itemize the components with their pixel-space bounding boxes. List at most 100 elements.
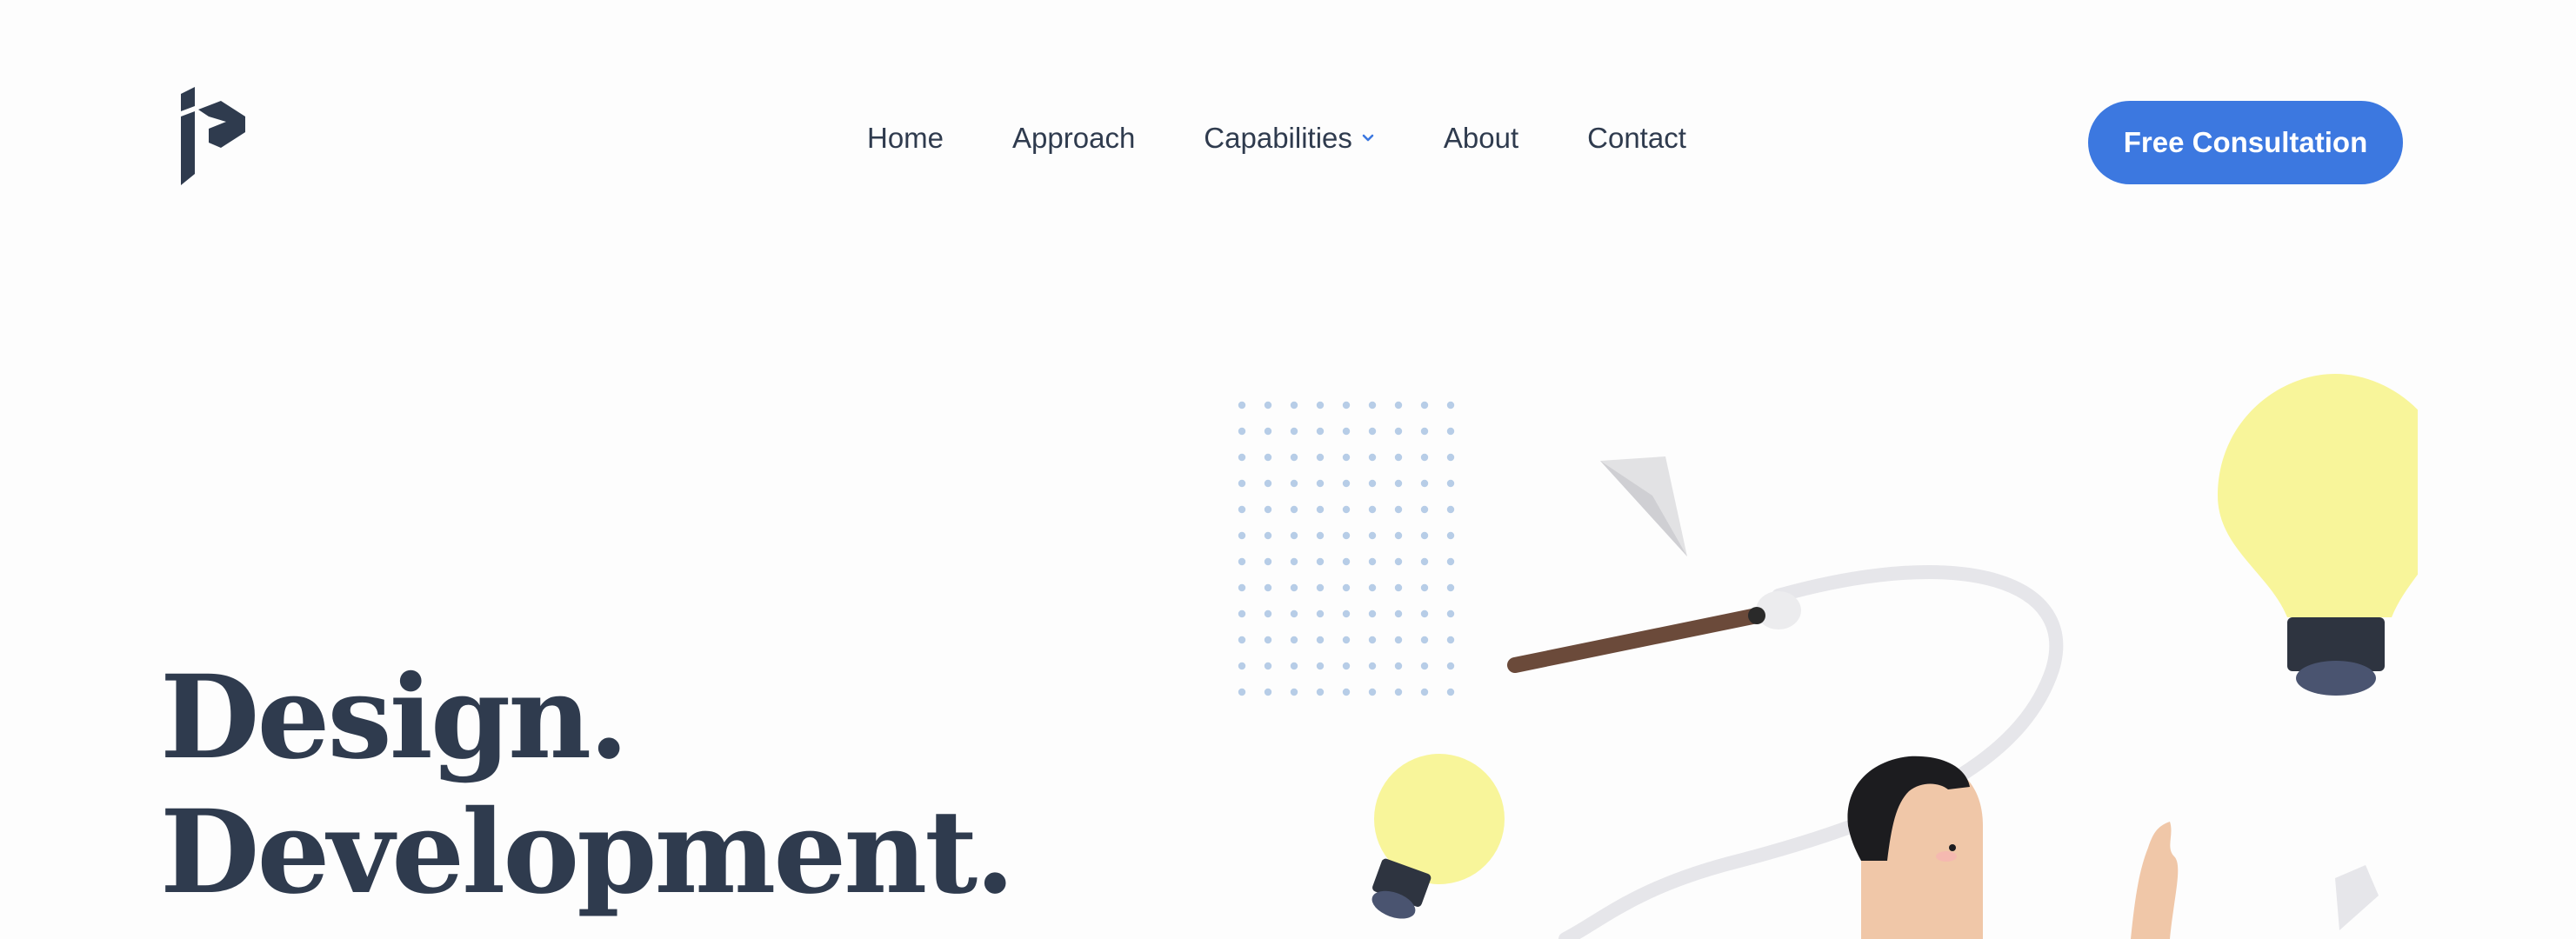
grid-dot <box>1238 505 1246 514</box>
grid-dot <box>1290 531 1298 540</box>
grid-dot <box>1342 505 1351 514</box>
grid-dot <box>1368 636 1377 644</box>
grid-dot <box>1342 479 1351 488</box>
grid-dot <box>1368 662 1377 670</box>
grid-dot <box>1238 636 1246 644</box>
grid-dot <box>1342 427 1351 436</box>
grid-dot <box>1316 583 1325 592</box>
character-avatar <box>1847 756 2179 939</box>
grid-dot <box>1290 636 1298 644</box>
grid-dot <box>1264 531 1272 540</box>
nav-about[interactable]: About <box>1444 122 1518 155</box>
grid-dot <box>1316 505 1325 514</box>
grid-dot <box>1368 583 1377 592</box>
grid-dot <box>1368 479 1377 488</box>
grid-dot <box>1342 662 1351 670</box>
grid-dot <box>1342 557 1351 566</box>
grid-dot <box>1238 453 1246 462</box>
paper-plane-icon <box>1600 456 1687 556</box>
grid-dot <box>1394 636 1403 644</box>
grid-dot <box>1342 531 1351 540</box>
chevron-down-icon <box>1362 134 1374 142</box>
grid-dot <box>1394 688 1403 696</box>
grid-dot <box>1342 688 1351 696</box>
grid-dot <box>1316 662 1325 670</box>
grid-dot <box>1394 479 1403 488</box>
nav-approach[interactable]: Approach <box>1012 122 1135 155</box>
grid-dot <box>1264 479 1272 488</box>
grid-dot <box>1316 479 1325 488</box>
lightbulb-icon <box>2218 374 2418 696</box>
grid-dot <box>1368 531 1377 540</box>
grid-dot <box>1316 401 1325 410</box>
dot-grid <box>1238 401 1455 696</box>
grid-dot <box>1290 583 1298 592</box>
logo-mark-icon <box>181 87 245 185</box>
grid-dot <box>1368 453 1377 462</box>
grid-dot <box>1420 636 1429 644</box>
grid-dot <box>1316 609 1325 618</box>
grid-dot <box>1368 427 1377 436</box>
grid-dot <box>1446 453 1455 462</box>
grid-dot <box>1316 557 1325 566</box>
grid-dot <box>1264 583 1272 592</box>
grid-dot <box>1394 427 1403 436</box>
grid-dot <box>1264 453 1272 462</box>
grid-dot <box>1264 505 1272 514</box>
grid-dot <box>1446 427 1455 436</box>
site-logo[interactable] <box>174 87 252 187</box>
grid-dot <box>1290 479 1298 488</box>
grid-dot <box>1264 662 1272 670</box>
grid-dot <box>1290 688 1298 696</box>
grid-dot <box>1420 427 1429 436</box>
small-lightbulb-icon <box>1371 754 1505 919</box>
grid-dot <box>1394 557 1403 566</box>
grid-dot <box>1238 583 1246 592</box>
grid-dot <box>1368 557 1377 566</box>
grid-dot <box>1290 505 1298 514</box>
grid-dot <box>1394 401 1403 410</box>
paintbrush-icon <box>1507 591 1801 673</box>
grid-dot <box>1238 609 1246 618</box>
main-nav: Home Approach Capabilities About Contact <box>867 122 1686 155</box>
grid-dot <box>1446 505 1455 514</box>
grid-dot <box>1446 583 1455 592</box>
grid-dot <box>1264 427 1272 436</box>
nav-capabilities-label: Capabilities <box>1204 122 1352 154</box>
grid-dot <box>1342 609 1351 618</box>
grid-dot <box>1446 662 1455 670</box>
grid-dot <box>1342 583 1351 592</box>
grid-dot <box>1290 609 1298 618</box>
grid-dot <box>1238 401 1246 410</box>
grid-dot <box>1446 531 1455 540</box>
grid-dot <box>1394 609 1403 618</box>
grid-dot <box>1394 531 1403 540</box>
grid-dot <box>1394 662 1403 670</box>
grid-dot <box>1446 636 1455 644</box>
nav-capabilities[interactable]: Capabilities <box>1204 122 1375 155</box>
grid-dot <box>1420 453 1429 462</box>
grid-dot <box>1420 557 1429 566</box>
grid-dot <box>1420 401 1429 410</box>
grid-dot <box>1316 688 1325 696</box>
grid-dot <box>1238 531 1246 540</box>
grid-dot <box>1238 557 1246 566</box>
grid-dot <box>1394 583 1403 592</box>
grid-dot <box>1264 636 1272 644</box>
grid-dot <box>1368 401 1377 410</box>
nav-home[interactable]: Home <box>867 122 944 155</box>
grid-dot <box>1316 531 1325 540</box>
grid-dot <box>1420 505 1429 514</box>
grid-dot <box>1264 557 1272 566</box>
grid-dot <box>1290 453 1298 462</box>
grid-dot <box>1420 583 1429 592</box>
nav-contact[interactable]: Contact <box>1587 122 1686 155</box>
grid-dot <box>1290 557 1298 566</box>
grid-dot <box>1420 662 1429 670</box>
grid-dot <box>1342 636 1351 644</box>
free-consultation-button[interactable]: Free Consultation <box>2088 101 2403 184</box>
grid-dot <box>1290 427 1298 436</box>
grid-dot <box>1446 401 1455 410</box>
grid-dot <box>1446 688 1455 696</box>
grid-dot <box>1420 688 1429 696</box>
